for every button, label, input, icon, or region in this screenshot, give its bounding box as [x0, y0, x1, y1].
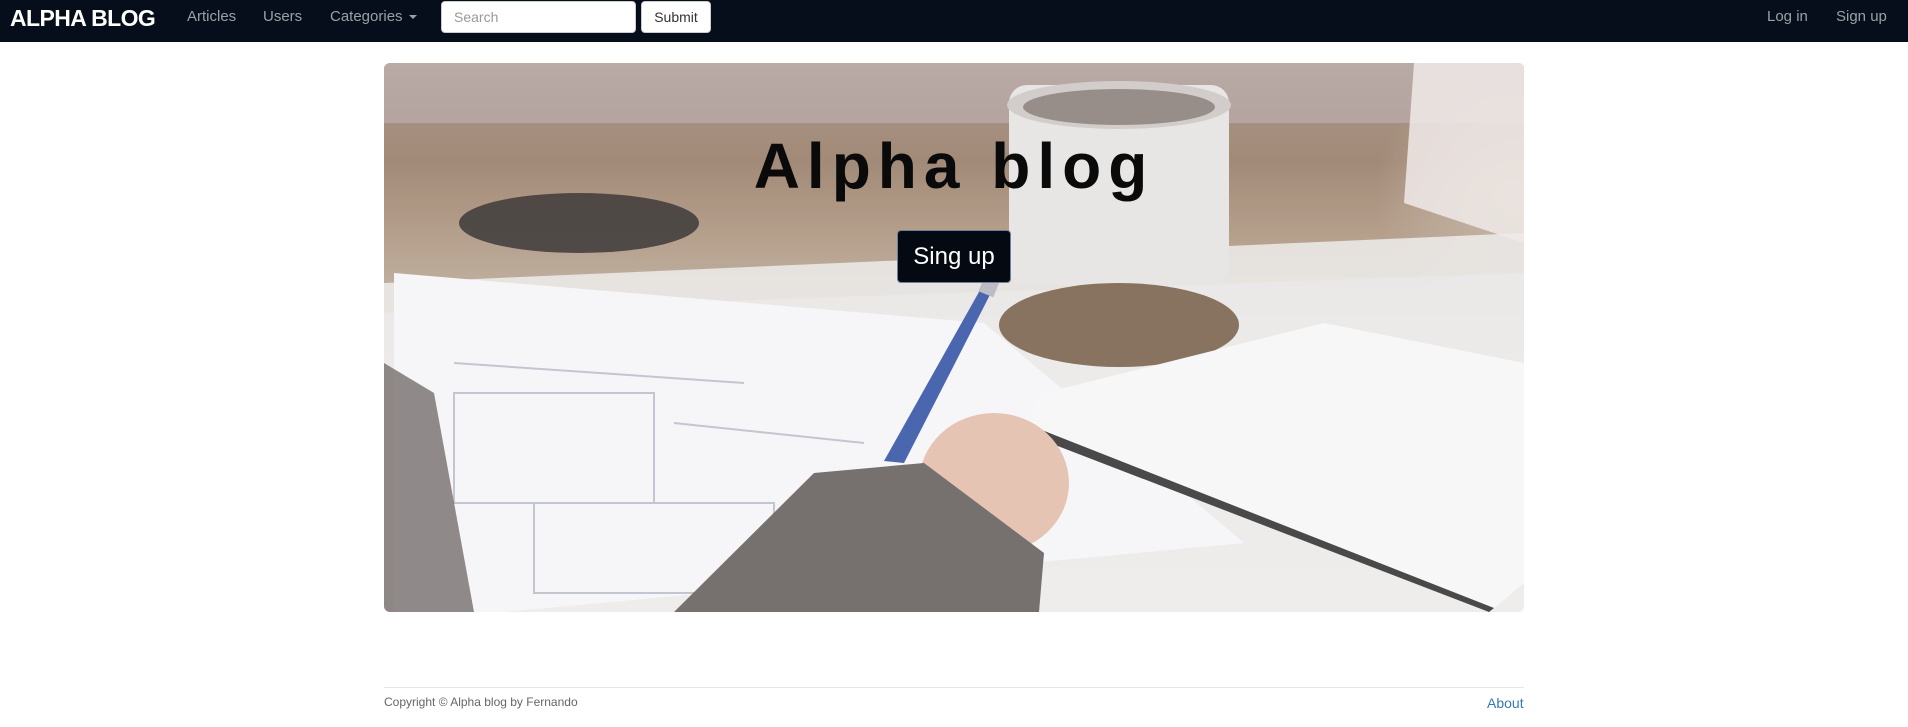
- nav-categories-dropdown[interactable]: Categories: [330, 8, 417, 25]
- nav-signup-link[interactable]: Sign up: [1836, 8, 1887, 25]
- hero-title: Alpha blog: [753, 130, 1155, 202]
- categories-label: Categories: [330, 8, 403, 25]
- nav-articles-link[interactable]: Articles: [187, 8, 236, 25]
- brand-logo[interactable]: ALPHA BLOG: [10, 5, 156, 32]
- hero-signup-button[interactable]: Sing up: [897, 230, 1011, 283]
- footer-divider: [384, 687, 1524, 688]
- nav-login-link[interactable]: Log in: [1767, 8, 1808, 25]
- search-submit-button[interactable]: Submit: [641, 1, 711, 33]
- nav-users-link[interactable]: Users: [263, 8, 302, 25]
- search-input[interactable]: [441, 1, 636, 33]
- hero-jumbotron: Alpha blog Sing up: [384, 63, 1524, 612]
- footer-copyright: Copyright © Alpha blog by Fernando: [384, 695, 578, 709]
- footer-about-link[interactable]: About: [1487, 695, 1524, 711]
- caret-down-icon: [408, 15, 417, 20]
- top-navbar: ALPHA BLOG Articles Users Categories Sub…: [0, 0, 1908, 42]
